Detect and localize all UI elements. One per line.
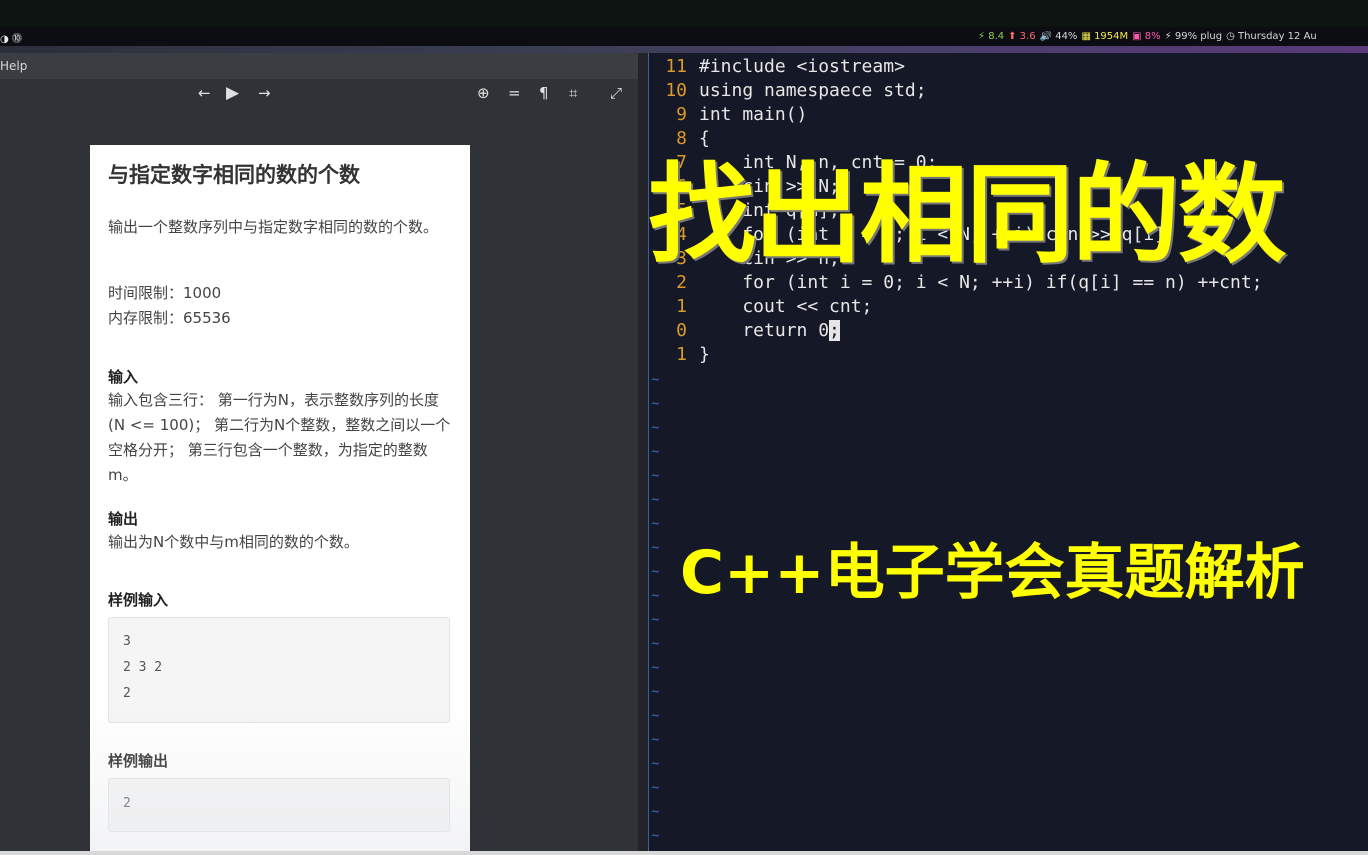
empty-line-tilde: ~ — [651, 468, 660, 484]
status-item: ⬆ 3.6 — [1008, 31, 1036, 42]
code-text-content: #include <iostream> — [699, 56, 905, 77]
empty-line-tilde: ~ — [651, 828, 660, 844]
empty-line-tilde: ~ — [651, 372, 660, 388]
status-item: ▣ 8% — [1132, 31, 1161, 42]
overlay-title: 找出相同的数 — [648, 153, 1286, 278]
code-line[interactable]: 1} — [649, 344, 1368, 368]
sample-input-line: 2 — [123, 686, 131, 701]
zoom-in-icon[interactable]: ⊕ — [477, 84, 490, 102]
status-item: ⚡ 99% plug — [1164, 31, 1223, 42]
empty-line-tilde: ~ — [651, 660, 660, 676]
time-limit: 时间限制：1000 — [108, 284, 222, 302]
code-text-content: using namespaece std; — [699, 80, 927, 101]
fullscreen-icon[interactable]: ⤢ — [610, 84, 622, 102]
empty-line-tilde: ~ — [651, 564, 660, 580]
input-heading: 输入 — [108, 368, 139, 386]
memory-limit: 内存限制：65536 — [108, 309, 231, 327]
code-text: cout << cnt; — [699, 296, 872, 317]
line-number: 1 — [676, 344, 687, 365]
code-text: int main() — [699, 104, 807, 125]
code-text-content: } — [699, 344, 710, 365]
empty-line-tilde: ~ — [651, 732, 660, 748]
code-text: #include <iostream> — [699, 56, 905, 77]
status-item: ▦ 1954M — [1081, 31, 1129, 42]
paragraph-icon[interactable]: ¶ — [539, 84, 549, 102]
code-text-content: int main() — [699, 104, 808, 125]
sample-input-line: 2 3 2 — [123, 660, 163, 675]
empty-line-tilde: ~ — [651, 588, 660, 604]
overlay-subtitle: C++电子学会真题解析 — [680, 538, 1305, 608]
forward-arrow-icon[interactable]: → — [258, 84, 271, 102]
menu-help[interactable]: Help — [0, 59, 27, 73]
menu-bar: Help — [0, 53, 638, 79]
sample-output-box: 2 — [108, 778, 450, 832]
line-number: 11 — [665, 56, 687, 77]
sample-output-heading: 样例输出 — [108, 752, 169, 770]
code-line[interactable]: 9 int main() — [649, 104, 1368, 128]
empty-line-tilde: ~ — [651, 804, 660, 820]
empty-line-tilde: ~ — [651, 540, 660, 556]
empty-line-tilde: ~ — [651, 492, 660, 508]
viewer-toolbar: ← ▶ → ⊕ = ¶ ⌗ ⤢ — [0, 79, 638, 107]
system-status-bar: ◑ ⓾ ⚡ 8.4 ⬆ 3.6 🔊 44% ▦ 1954M ▣ 8% ⚡ 99% plug… — [0, 27, 1368, 46]
line-number: 0 — [676, 320, 687, 341]
empty-line-tilde: ~ — [651, 516, 660, 532]
status-left-icons[interactable]: ◑ ⓾ — [0, 30, 22, 45]
sample-input-heading: 样例输入 — [108, 591, 169, 609]
empty-line-tilde: ~ — [651, 684, 660, 700]
problem-title: 与指定数字相同的数的个数 — [108, 163, 360, 187]
text-cursor: ; — [829, 320, 840, 341]
line-number: 9 — [676, 104, 687, 125]
pane-divider[interactable] — [638, 53, 648, 855]
empty-line-tilde: ~ — [651, 780, 660, 796]
code-text-content: return 0 — [699, 320, 830, 341]
code-text: } — [699, 344, 710, 365]
problem-page: 与指定数字相同的数的个数 输出一个整数序列中与指定数字相同的数的个数。 时间限制… — [90, 145, 470, 851]
bottom-bar — [0, 851, 1368, 855]
status-item: 🔊 44% — [1039, 31, 1078, 42]
output-description: 输出为N个数中与m相同的数的个数。 — [108, 533, 359, 551]
play-icon[interactable]: ▶ — [226, 84, 239, 102]
line-number: 10 — [665, 80, 687, 101]
empty-line-tilde: ~ — [651, 612, 660, 628]
status-item: ◷ Thursday 12 Au — [1226, 31, 1317, 42]
window-separator — [0, 46, 1368, 53]
zoom-out-icon[interactable]: = — [508, 84, 521, 102]
line-number: 1 — [676, 296, 687, 317]
document-viewer: Help ← ▶ → ⊕ = ¶ ⌗ ⤢ 与指定数字相同的数的个数 输出一个整数… — [0, 53, 638, 855]
sample-input-box: 3 2 3 2 2 — [108, 617, 450, 723]
fit-page-icon[interactable]: ⌗ — [569, 84, 577, 102]
input-description: 输入包含三行： 第一行为N，表示整数序列的长度(N <= 100)； 第二行为N… — [108, 391, 451, 484]
empty-line-tilde: ~ — [651, 444, 660, 460]
back-arrow-icon[interactable]: ← — [198, 84, 211, 102]
code-line[interactable]: 11 #include <iostream> — [649, 56, 1368, 80]
code-line[interactable]: 0 return 0; — [649, 320, 1368, 344]
code-text-content: cout << cnt; — [699, 296, 873, 317]
empty-line-tilde: ~ — [651, 420, 660, 436]
status-indicators: ⚡ 8.4 ⬆ 3.6 🔊 44% ▦ 1954M ▣ 8% ⚡ 99% plug ◷ Th… — [978, 31, 1368, 42]
top-black-bar — [0, 0, 1368, 27]
code-text: return 0; — [699, 320, 840, 341]
empty-line-tilde: ~ — [651, 636, 660, 652]
sample-output-line: 2 — [123, 796, 131, 811]
code-line[interactable]: 1 cout << cnt; — [649, 296, 1368, 320]
sample-input-line: 3 — [123, 634, 131, 649]
empty-line-tilde: ~ — [651, 756, 660, 772]
empty-line-tilde: ~ — [651, 396, 660, 412]
output-heading: 输出 — [108, 510, 139, 528]
code-text: using namespaece std; — [699, 80, 927, 101]
problem-description: 输出一个整数序列中与指定数字相同的数的个数。 — [108, 218, 439, 236]
empty-line-tilde: ~ — [651, 708, 660, 724]
status-item: ⚡ 8.4 — [978, 31, 1005, 42]
code-line[interactable]: 10 using namespaece std; — [649, 80, 1368, 104]
